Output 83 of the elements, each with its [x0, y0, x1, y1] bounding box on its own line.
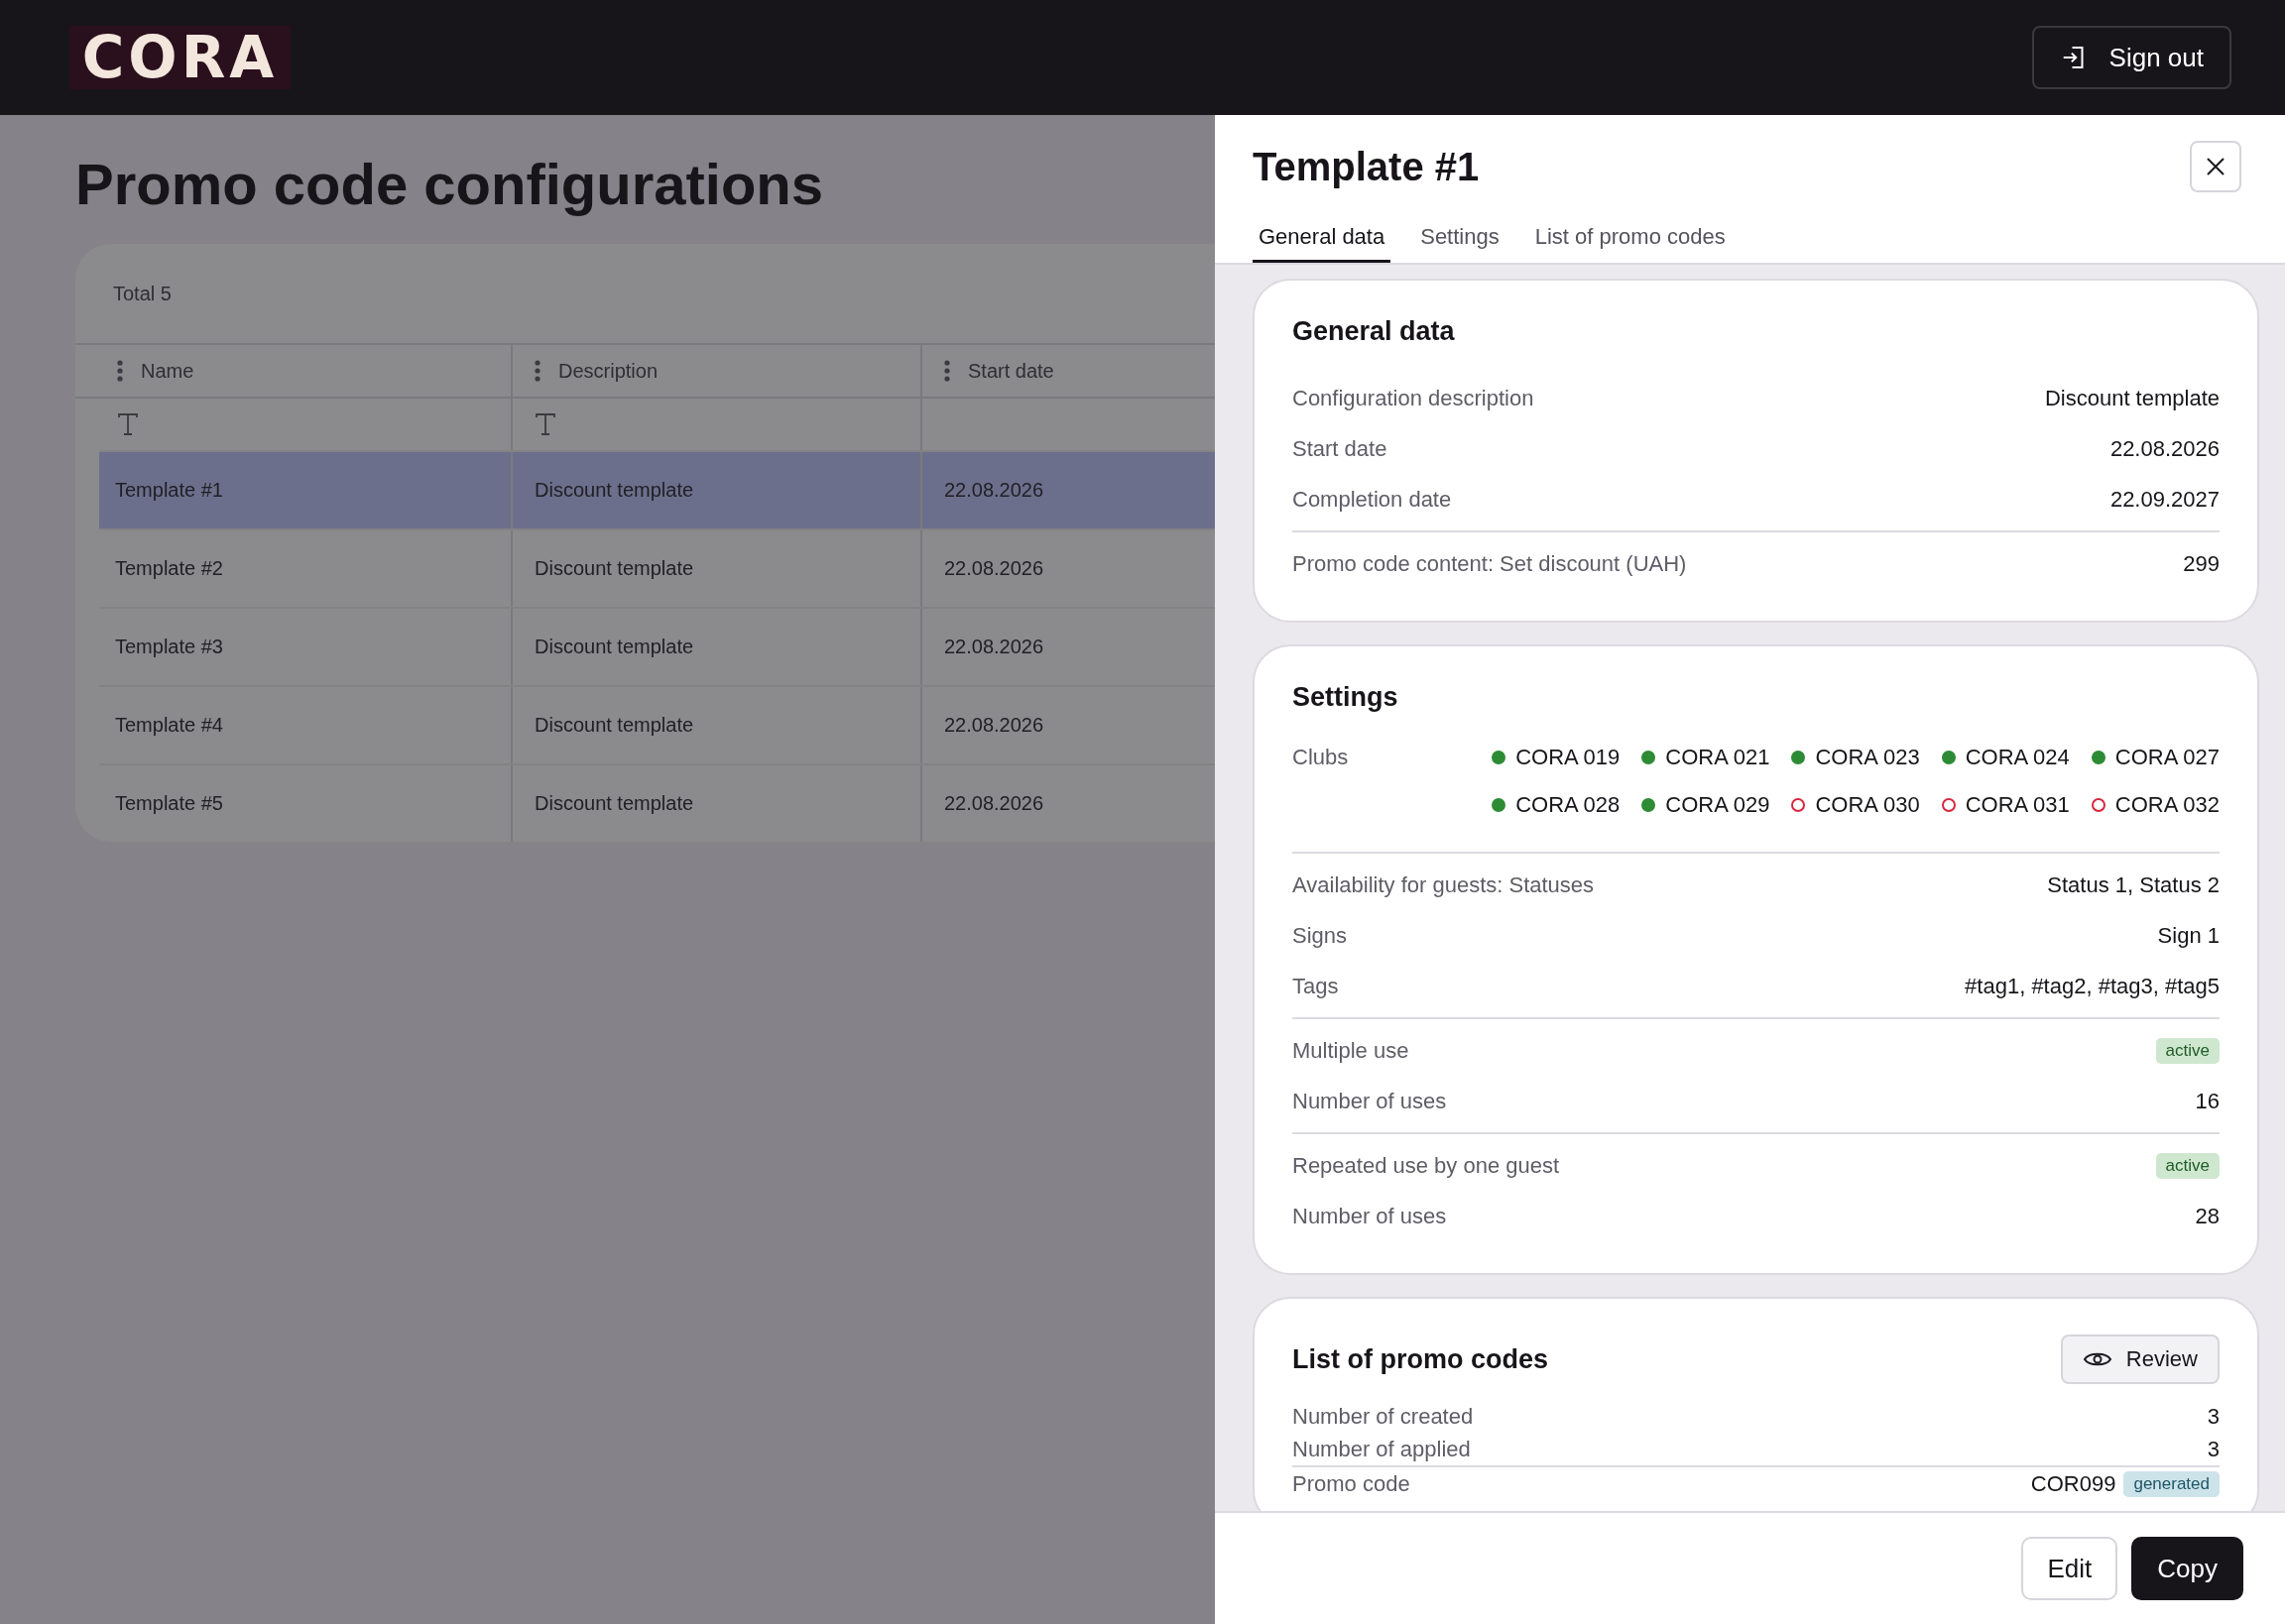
- club-name: CORA 029: [1665, 792, 1770, 818]
- panel-title: Template #1: [1253, 144, 1480, 189]
- table-cell: Discount template: [535, 636, 694, 658]
- tab[interactable]: List of promo codes: [1528, 218, 1732, 263]
- kebab-icon[interactable]: [944, 360, 950, 382]
- field-value: 22.09.2027: [2109, 486, 2220, 513]
- column-header[interactable]: Description: [513, 345, 922, 397]
- table-cell: Template #2: [115, 557, 223, 580]
- field-label: Clubs: [1292, 745, 1349, 770]
- table-cell: Template #4: [115, 714, 223, 737]
- club-name: CORA 031: [1965, 792, 2070, 818]
- table-row[interactable]: Template #1 Discount template 22.08.2026: [99, 450, 1215, 528]
- total-count: Total 5: [112, 282, 173, 306]
- page-title: Promo code configurations: [75, 151, 825, 218]
- field-label: Number of uses: [1292, 1203, 1447, 1229]
- status-badge: generated: [2123, 1470, 2220, 1497]
- logo: CORA: [69, 26, 291, 89]
- promo-code: COR099: [2030, 1470, 2116, 1497]
- tab[interactable]: General data: [1253, 218, 1391, 263]
- field-label: Promo code content: Set discount (UAH): [1292, 550, 1687, 577]
- table-row[interactable]: Template #3 Discount template 22.08.2026: [99, 607, 1215, 685]
- club-name: CORA 028: [1515, 792, 1621, 818]
- kebab-icon[interactable]: [117, 360, 123, 382]
- table-cell: 22.08.2026: [944, 636, 1044, 658]
- field-value: 3: [2207, 1436, 2220, 1462]
- field-label: Tags: [1292, 973, 1339, 999]
- field-value: Discount template: [2044, 385, 2220, 411]
- field-label: Availability for guests: Statuses: [1292, 871, 1595, 898]
- field-value: 16: [2195, 1088, 2220, 1114]
- field-label: Promo code: [1292, 1470, 1410, 1497]
- column-header[interactable]: Start date: [922, 345, 1215, 397]
- field-value: #tag1, #tag2, #tag3, #tag5: [1965, 973, 2220, 999]
- kebab-icon[interactable]: [535, 360, 541, 382]
- table-cell: 22.08.2026: [944, 792, 1044, 815]
- field-value: 3: [2207, 1403, 2220, 1430]
- text-filter-icon[interactable]: [117, 412, 139, 436]
- field-label: Configuration description: [1292, 385, 1534, 411]
- column-header[interactable]: Name: [75, 345, 513, 397]
- club-name: CORA 027: [2114, 745, 2220, 770]
- card-title: General data: [1292, 316, 1456, 347]
- close-button[interactable]: [2190, 141, 2241, 192]
- table-cell: 22.08.2026: [944, 479, 1044, 502]
- table-cell: Template #5: [115, 792, 223, 815]
- table-cell: 22.08.2026: [944, 557, 1044, 580]
- review-button[interactable]: Review: [2060, 1334, 2220, 1384]
- table-cell: 22.08.2026: [944, 714, 1044, 737]
- table-cell: Discount template: [535, 714, 694, 737]
- field-label: Number of uses: [1292, 1088, 1447, 1114]
- field-label: Multiple use: [1292, 1037, 1409, 1064]
- club-name: CORA 021: [1665, 745, 1770, 770]
- club-name: CORA 023: [1815, 745, 1920, 770]
- field-value: Sign 1: [2157, 922, 2220, 949]
- table-row[interactable]: Template #5 Discount template 22.08.2026: [99, 763, 1215, 842]
- field-label: Number of created: [1292, 1403, 1474, 1430]
- card-title: Settings: [1292, 682, 1399, 713]
- club-name: CORA 024: [1965, 745, 2070, 770]
- field-value: 22.08.2026: [2109, 435, 2220, 462]
- field-value: 299: [2183, 550, 2220, 577]
- field-label: Start date: [1292, 435, 1387, 462]
- status-badge: active: [2155, 1152, 2220, 1179]
- tab[interactable]: Settings: [1414, 218, 1505, 263]
- table-row[interactable]: Template #2 Discount template 22.08.2026: [99, 528, 1215, 607]
- text-filter-icon[interactable]: [535, 412, 556, 436]
- table-row[interactable]: Template #4 Discount template 22.08.2026: [99, 685, 1215, 763]
- sign-out-button[interactable]: Sign out: [2031, 26, 2231, 89]
- status-badge: active: [2155, 1037, 2220, 1064]
- field-label: Repeated use by one guest: [1292, 1152, 1560, 1179]
- field-value: 28: [2195, 1203, 2220, 1229]
- table-cell: Discount template: [535, 479, 694, 502]
- table-cell: Discount template: [535, 557, 694, 580]
- club-name: CORA 019: [1515, 745, 1621, 770]
- field-label: Signs: [1292, 922, 1348, 949]
- field-value: Status 1, Status 2: [2047, 871, 2220, 898]
- field-label: Number of applied: [1292, 1436, 1471, 1462]
- copy-button[interactable]: Copy: [2131, 1537, 2243, 1600]
- table-cell: Discount template: [535, 792, 694, 815]
- table-cell: Template #3: [115, 636, 223, 658]
- field-label: Completion date: [1292, 486, 1452, 513]
- club-name: CORA 032: [2114, 792, 2220, 818]
- edit-button[interactable]: Edit: [2021, 1537, 2118, 1600]
- club-name: CORA 030: [1815, 792, 1920, 818]
- table-cell: Template #1: [115, 479, 223, 502]
- card-title: List of promo codes: [1292, 1343, 1549, 1375]
